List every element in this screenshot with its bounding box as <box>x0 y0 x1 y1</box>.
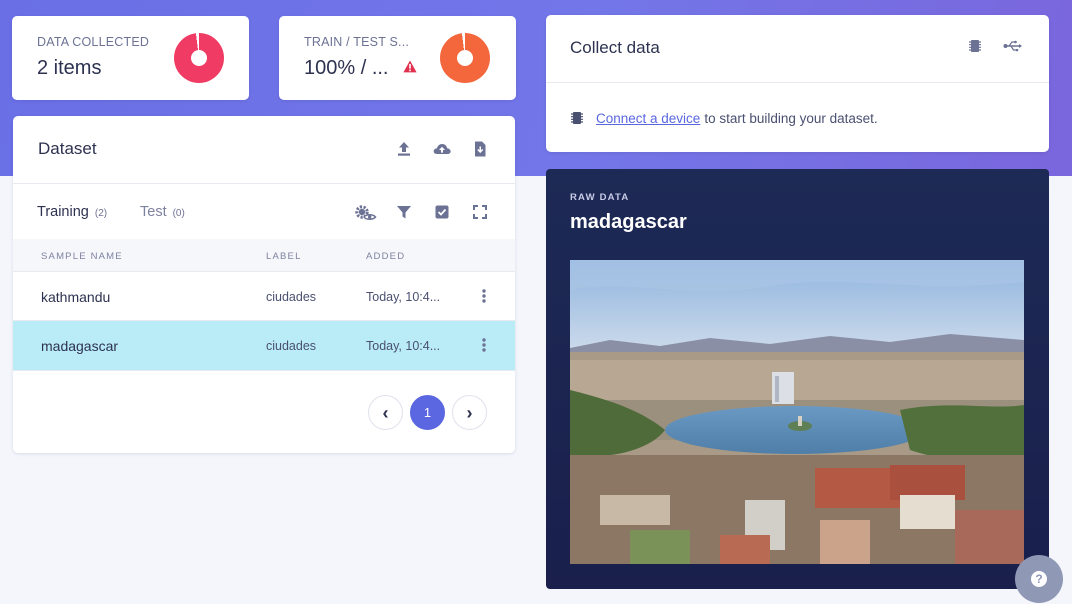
checkbox-icon[interactable] <box>434 204 450 220</box>
page-1-button[interactable]: 1 <box>410 395 445 430</box>
chip-icon[interactable] <box>967 38 983 54</box>
collect-message-text: to start building your dataset. <box>704 110 878 126</box>
cloud-upload-icon[interactable] <box>432 140 452 158</box>
prev-page-button[interactable]: ‹ <box>368 395 403 430</box>
tab-training-label: Training <box>37 204 89 220</box>
tab-training-count: (2) <box>94 208 108 219</box>
data-collected-value: 2 items <box>37 57 102 79</box>
help-icon: ? <box>1031 571 1047 587</box>
added-cell: Today, 10:4... <box>366 290 441 304</box>
divider <box>546 82 1049 83</box>
help-glyph: ? <box>1035 572 1042 586</box>
train-test-split-label: TRAIN / TEST S... <box>304 35 410 49</box>
raw-data-panel: RAW DATA madagascar <box>546 169 1049 589</box>
page-number: 1 <box>423 405 432 420</box>
divider <box>13 370 515 371</box>
column-header-added[interactable]: ADDED <box>366 251 405 262</box>
chevron-left-icon: ‹ <box>382 402 389 423</box>
raw-data-sample-name: madagascar <box>570 211 687 233</box>
collect-data-title: Collect data <box>570 38 660 57</box>
chip-icon <box>571 112 583 124</box>
upload-icon[interactable] <box>395 140 413 158</box>
collect-message: Connect a device to start building your … <box>570 110 878 126</box>
train-test-split-value: 100% / ... <box>304 57 389 79</box>
column-header-sample-name[interactable]: SAMPLE NAME <box>41 251 123 262</box>
help-button[interactable]: ? <box>1015 555 1063 603</box>
expand-icon[interactable] <box>472 204 488 220</box>
train-test-split-donut <box>440 33 490 83</box>
connect-device-link[interactable]: Connect a device <box>596 111 700 126</box>
kebab-menu-icon[interactable] <box>478 287 490 305</box>
label-cell: ciudades <box>266 290 317 304</box>
settings-eye-icon[interactable] <box>354 204 377 222</box>
data-collected-card: DATA COLLECTED 2 items <box>12 16 249 100</box>
sample-name-cell: madagascar <box>41 338 119 354</box>
table-row-selected[interactable]: madagascar ciudades Today, 10:4... <box>13 321 515 370</box>
tab-test-label: Test <box>140 204 167 220</box>
usb-icon[interactable] <box>1003 38 1023 54</box>
raw-data-label: RAW DATA <box>570 192 630 203</box>
data-collected-donut <box>174 33 224 83</box>
divider <box>13 183 515 184</box>
tab-test[interactable]: Test (0) <box>140 204 185 220</box>
collect-data-card: Collect data Connect a device to start b… <box>546 15 1049 152</box>
data-collected-label: DATA COLLECTED <box>37 35 150 49</box>
kebab-menu-icon[interactable] <box>478 336 490 354</box>
warning-icon <box>403 60 417 73</box>
file-icon[interactable] <box>471 140 489 158</box>
sample-image <box>570 260 1024 564</box>
chevron-right-icon: › <box>466 402 473 423</box>
next-page-button[interactable]: › <box>452 395 487 430</box>
filter-icon[interactable] <box>396 204 412 220</box>
sample-name-cell: kathmandu <box>41 289 111 305</box>
train-test-split-card: TRAIN / TEST S... 100% / ... <box>279 16 516 100</box>
added-cell: Today, 10:4... <box>366 339 441 353</box>
table-header: SAMPLE NAME LABEL ADDED <box>13 239 515 272</box>
column-header-label[interactable]: LABEL <box>266 251 302 262</box>
tab-training[interactable]: Training (2) <box>37 204 107 220</box>
table-row[interactable]: kathmandu ciudades Today, 10:4... <box>13 272 515 321</box>
label-cell: ciudades <box>266 339 317 353</box>
dataset-title: Dataset <box>38 139 97 158</box>
tab-test-count: (0) <box>172 208 185 219</box>
dataset-card: Dataset Training (2) Test (0) SAMPLE NAME … <box>13 116 515 453</box>
